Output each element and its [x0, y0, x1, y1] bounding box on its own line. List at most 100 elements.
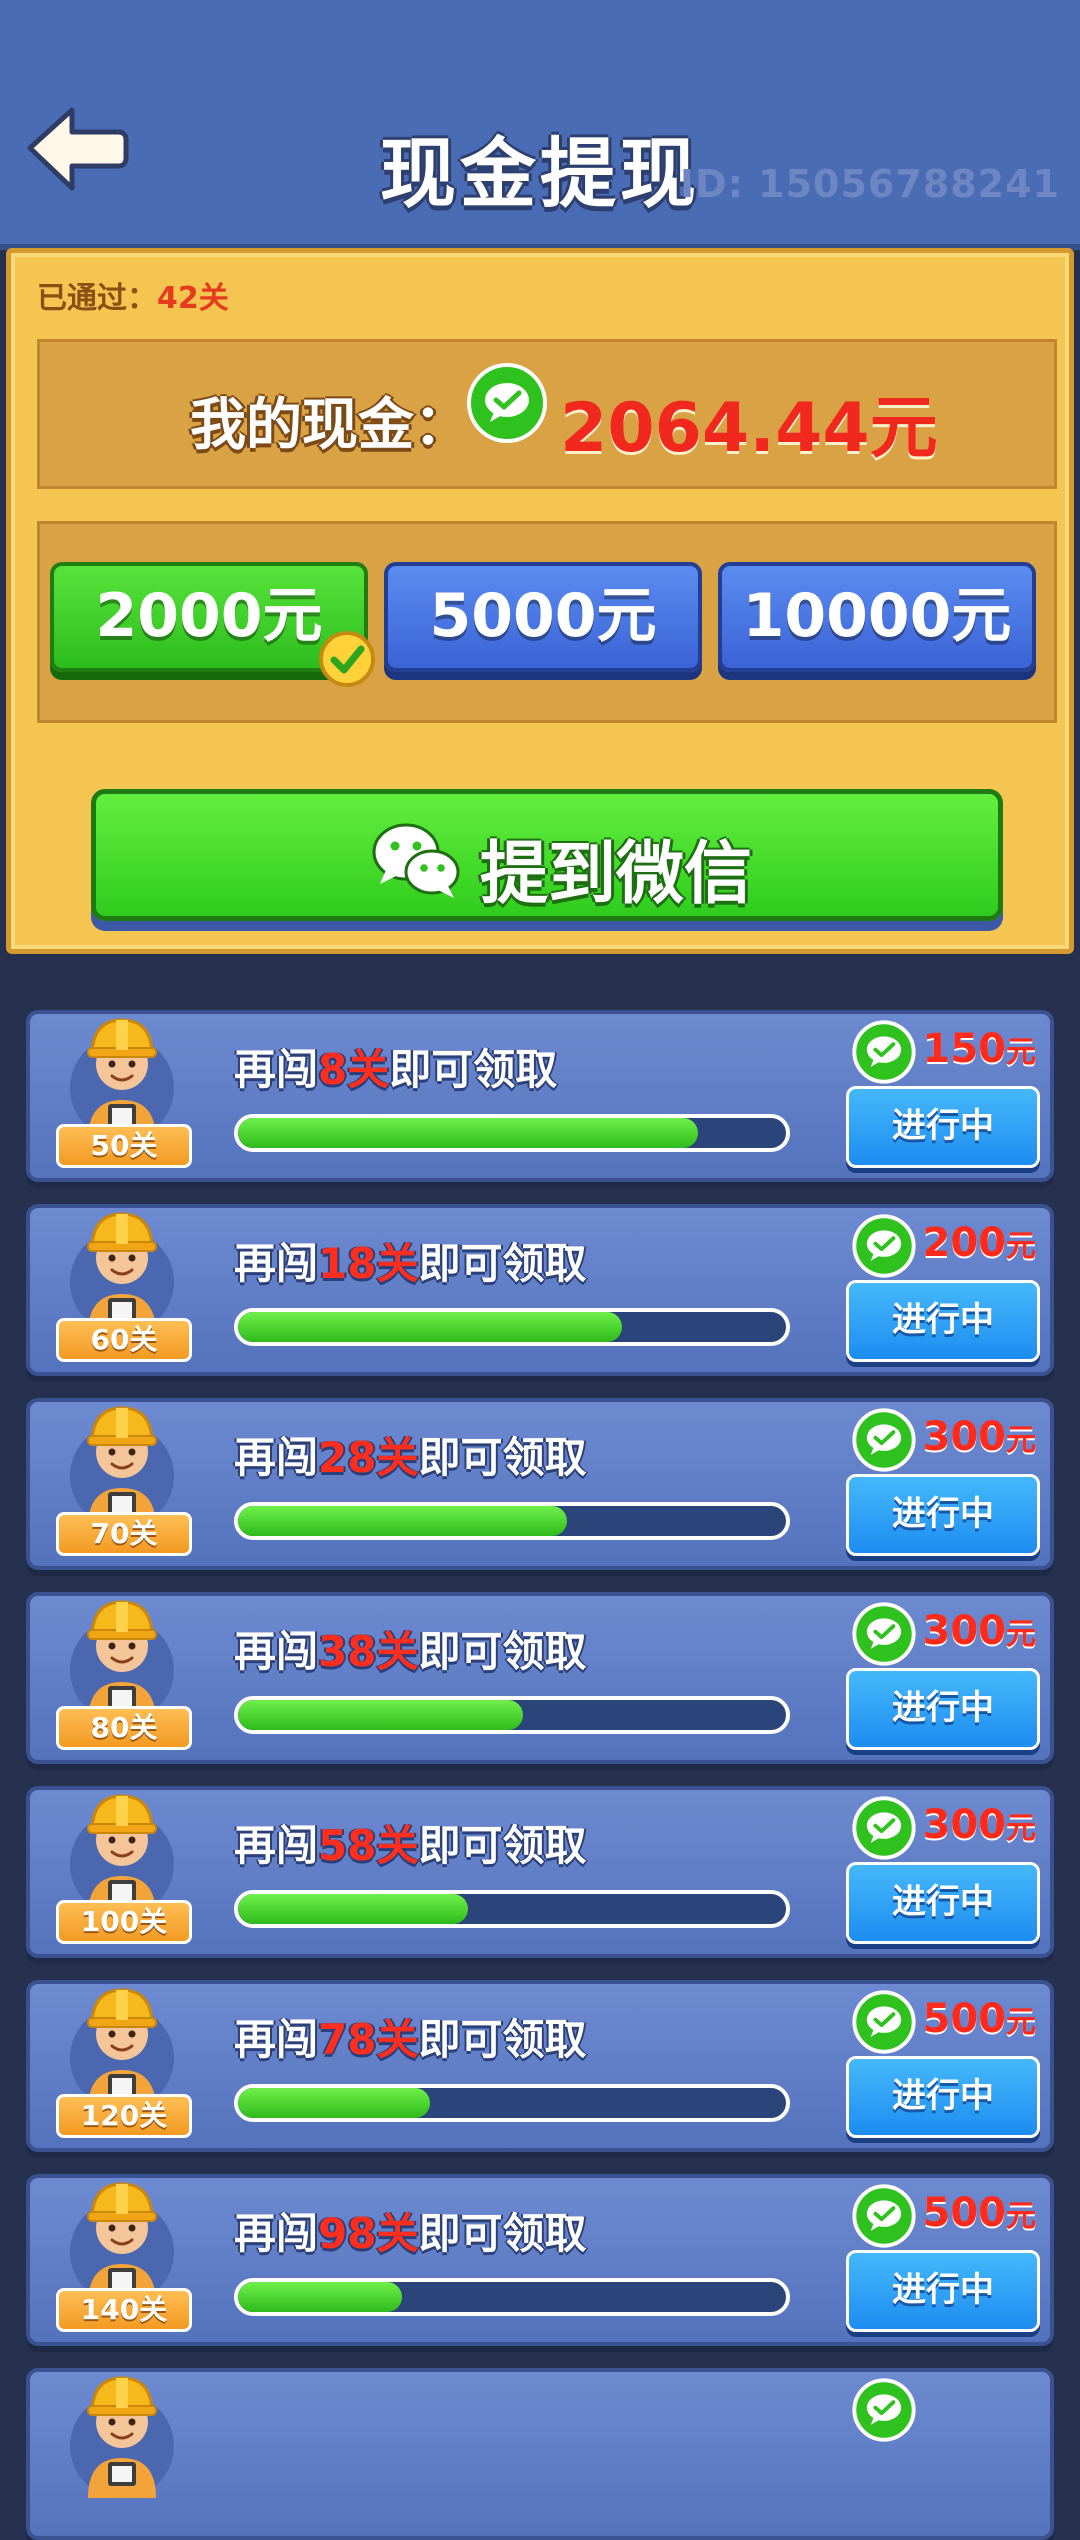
- reward-unit: 元: [1006, 1617, 1036, 1652]
- worker-avatar-icon: [68, 1600, 176, 1722]
- list-item: 100关 再闯58关即可领取 300元 进行中: [26, 1786, 1054, 1958]
- reward-unit: 元: [1006, 1229, 1036, 1264]
- reward-amount: 200元: [923, 1220, 1037, 1266]
- reward-amount: 300元: [923, 1802, 1037, 1848]
- passed-value: 42关: [157, 281, 229, 316]
- reward-amount: 300元: [923, 1608, 1037, 1654]
- worker-avatar-icon: [68, 1406, 176, 1528]
- task-suffix: 即可领取: [418, 2015, 587, 2064]
- progress-bar: [234, 1114, 790, 1152]
- amount-option-5000[interactable]: 5000元: [384, 562, 702, 672]
- worker-avatar-icon: [68, 1212, 176, 1334]
- reward-value: 300: [922, 1608, 1007, 1654]
- task-remaining: 38关: [318, 1627, 419, 1676]
- list-item: 60关 再闯18关即可领取 200元 进行中: [26, 1204, 1054, 1376]
- task-prefix: 再闯: [234, 1433, 319, 1482]
- withdraw-label: 提到微信: [480, 835, 753, 914]
- task-suffix: 即可领取: [418, 2209, 587, 2258]
- progress-bar: [234, 2084, 790, 2122]
- task-description: 再闯98关即可领取: [234, 2200, 586, 2261]
- reward-value: 200: [922, 1220, 1007, 1266]
- task-suffix: 即可领取: [418, 1627, 587, 1676]
- reward-amount: 150元: [923, 1026, 1037, 1072]
- status-button[interactable]: 进行中: [846, 2056, 1040, 2138]
- task-prefix: 再闯: [234, 1627, 319, 1676]
- amount-options: 2000元 5000元 10000元: [37, 521, 1057, 723]
- level-badge: 80关: [56, 1706, 192, 1750]
- reward-value: 150: [922, 1026, 1007, 1072]
- wechat-pay-icon: [852, 1990, 916, 2054]
- task-remaining: 98关: [318, 2209, 419, 2258]
- status-button[interactable]: 进行中: [846, 1862, 1040, 1944]
- reward-unit: 元: [1006, 1423, 1036, 1458]
- balance-value: 2064.44元: [560, 389, 938, 468]
- wechat-pay-icon: [467, 363, 547, 443]
- status-button[interactable]: 进行中: [846, 1086, 1040, 1168]
- reward-amount: 300元: [923, 1414, 1037, 1460]
- progress-fill: [238, 1118, 699, 1148]
- list-item: 70关 再闯28关即可领取 300元 进行中: [26, 1398, 1054, 1570]
- progress-bar: [234, 1308, 790, 1346]
- task-description: 再闯38关即可领取: [234, 1618, 586, 1679]
- reward-value: 300: [922, 1802, 1007, 1848]
- level-badge: 120关: [56, 2094, 192, 2138]
- reward-value: 500: [922, 1996, 1007, 2042]
- reward-unit: 元: [1006, 2005, 1036, 2040]
- level-badge: 100关: [56, 1900, 192, 1944]
- worker-avatar-icon: [68, 2376, 176, 2498]
- wechat-pay-icon: [852, 1408, 916, 1472]
- task-prefix: 再闯: [234, 2015, 319, 2064]
- wechat-pay-icon: [852, 2378, 916, 2442]
- task-description: 再闯78关即可领取: [234, 2006, 586, 2067]
- task-remaining: 78关: [318, 2015, 419, 2064]
- cash-panel: 已通过：42关 我的现金： 2064.44元 2000元 5000元 10000…: [6, 248, 1074, 954]
- worker-avatar-icon: [68, 1988, 176, 2110]
- wechat-pay-icon: [852, 1602, 916, 1666]
- wechat-pay-icon: [852, 1020, 916, 1084]
- amount-option-2000[interactable]: 2000元: [50, 562, 375, 687]
- status-button[interactable]: 进行中: [846, 1474, 1040, 1556]
- list-item-partial: [26, 2368, 1054, 2540]
- reward-unit: 元: [1006, 1035, 1036, 1070]
- list-item: 140关 再闯98关即可领取 500元 进行中: [26, 2174, 1054, 2346]
- reward-value: 300: [922, 1414, 1007, 1460]
- progress-bar: [234, 1696, 790, 1734]
- worker-avatar-icon: [68, 2182, 176, 2304]
- progress-fill: [238, 1700, 523, 1730]
- progress-bar: [234, 2278, 790, 2316]
- task-suffix: 即可领取: [418, 1433, 587, 1482]
- level-badge: 60关: [56, 1318, 192, 1362]
- task-description: 再闯8关即可领取: [234, 1036, 557, 1097]
- progress-bar: [234, 1890, 790, 1928]
- wechat-pay-icon: [852, 2184, 916, 2248]
- task-suffix: 即可领取: [418, 1239, 587, 1288]
- wechat-pay-icon: [852, 1796, 916, 1860]
- balance-box: 我的现金： 2064.44元: [37, 339, 1057, 489]
- task-remaining: 58关: [318, 1821, 419, 1870]
- task-prefix: 再闯: [234, 1045, 319, 1094]
- list-item: 120关 再闯78关即可领取 500元 进行中: [26, 1980, 1054, 2152]
- list-item: 80关 再闯38关即可领取 300元 进行中: [26, 1592, 1054, 1764]
- amount-option-label: 5000元: [429, 581, 657, 651]
- worker-avatar-icon: [68, 1794, 176, 1916]
- amount-option-label: 2000元: [95, 581, 323, 651]
- worker-avatar-icon: [68, 1018, 176, 1140]
- task-remaining: 28关: [318, 1433, 419, 1482]
- checkmark-icon: [319, 631, 375, 687]
- list-item: 50关 再闯8关即可领取 150元 进行中: [26, 1010, 1054, 1182]
- progress-fill: [238, 1312, 622, 1342]
- passed-label: 已通过：: [37, 281, 157, 316]
- task-description: 再闯58关即可领取: [234, 1812, 586, 1873]
- progress-fill: [238, 2088, 430, 2118]
- task-suffix: 即可领取: [418, 1821, 587, 1870]
- withdraw-to-wechat-button[interactable]: 提到微信: [91, 789, 1003, 921]
- amount-option-10000[interactable]: 10000元: [718, 562, 1036, 672]
- reward-unit: 元: [1006, 2199, 1036, 2234]
- status-button[interactable]: 进行中: [846, 2250, 1040, 2332]
- reward-value: 500: [922, 2190, 1007, 2236]
- status-button[interactable]: 进行中: [846, 1668, 1040, 1750]
- task-prefix: 再闯: [234, 1239, 319, 1288]
- level-badge: 70关: [56, 1512, 192, 1556]
- top-bar: 现金提现 ID: 15056788241: [0, 0, 1080, 250]
- status-button[interactable]: 进行中: [846, 1280, 1040, 1362]
